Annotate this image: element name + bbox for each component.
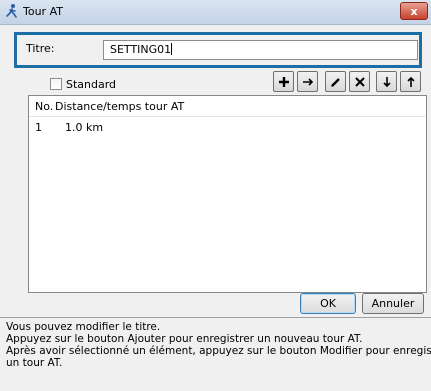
help-line: Après avoir sélectionné un élément, appu…	[6, 345, 431, 357]
window-title: Tour AT	[23, 5, 63, 18]
pencil-icon	[330, 77, 340, 87]
add-button[interactable]	[273, 71, 294, 92]
standard-label[interactable]: Standard	[66, 78, 116, 91]
close-button[interactable]: x	[400, 2, 428, 20]
list-row[interactable]: 1 1.0 km	[29, 118, 426, 136]
help-line: un tour AT.	[6, 357, 63, 369]
tour-list[interactable]: No. Distance/temps tour AT 1 1.0 km	[28, 95, 427, 293]
list-header: No. Distance/temps tour AT	[29, 96, 426, 117]
insert-button[interactable]	[297, 71, 318, 92]
help-line: Appuyez sur le bouton Ajouter pour enreg…	[6, 333, 363, 345]
arrow-down-icon	[382, 76, 391, 87]
help-line: Vous pouvez modifier le titre.	[6, 321, 161, 333]
text-caret	[171, 43, 173, 55]
move-down-button[interactable]	[376, 71, 397, 92]
title-bar: Tour AT x	[0, 0, 431, 25]
plus-icon	[278, 76, 289, 87]
title-label: Titre:	[26, 42, 55, 55]
column-header-no[interactable]: No.	[35, 100, 53, 113]
arrow-right-icon	[302, 77, 313, 86]
runner-icon	[6, 4, 17, 18]
move-up-button[interactable]	[400, 71, 421, 92]
column-header-distance[interactable]: Distance/temps tour AT	[55, 100, 184, 113]
cancel-button[interactable]: Annuler	[362, 293, 424, 314]
x-icon	[354, 76, 365, 87]
edit-button[interactable]	[325, 71, 346, 92]
row-number: 1	[35, 121, 42, 134]
title-field-group: Titre: SETTING01	[14, 32, 422, 68]
ok-button[interactable]: OK	[300, 293, 356, 314]
close-icon: x	[410, 5, 418, 18]
title-input-value: SETTING01	[110, 43, 172, 56]
title-input[interactable]: SETTING01	[103, 40, 418, 60]
arrow-up-icon	[406, 76, 415, 87]
standard-checkbox[interactable]	[50, 78, 62, 90]
help-text-panel: Vous pouvez modifier le titre. Appuyez s…	[0, 317, 431, 391]
delete-button[interactable]	[349, 71, 370, 92]
row-distance: 1.0 km	[65, 121, 104, 134]
